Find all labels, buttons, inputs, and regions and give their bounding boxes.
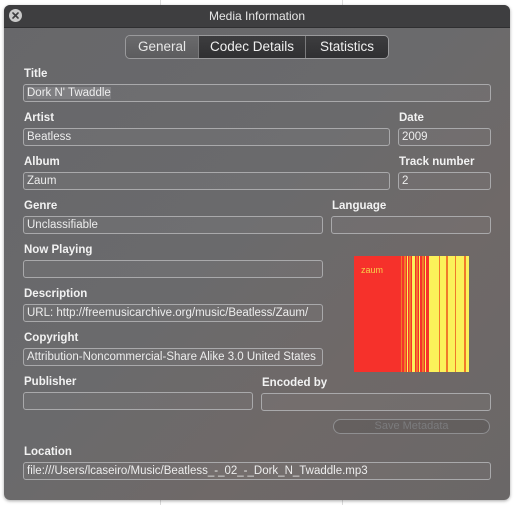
title-field[interactable]: Dork N' Twaddle (23, 84, 491, 102)
artwork-stripe (412, 256, 415, 372)
copyright-label: Copyright (24, 332, 79, 344)
save-metadata-button[interactable]: Save Metadata (333, 419, 490, 434)
artwork-stripe (409, 256, 411, 372)
copyright-field[interactable]: Attribution-Noncommercial-Share Alike 3.… (23, 348, 323, 366)
artwork-stripe (404, 256, 406, 372)
artwork-stripe (422, 256, 424, 372)
artwork-stripe (416, 256, 418, 372)
now-playing-field[interactable] (23, 260, 323, 278)
genre-field[interactable]: Unclassifiable (23, 216, 323, 234)
track-number-label: Track number (399, 156, 475, 168)
publisher-field[interactable] (23, 392, 253, 410)
artwork-stripe (425, 256, 426, 372)
artwork-stripe (456, 256, 464, 372)
artwork-stripe (401, 256, 402, 372)
album-label: Album (24, 156, 60, 168)
date-field[interactable]: 2009 (398, 128, 491, 146)
artwork-stripe (466, 256, 469, 372)
tab-codec-details[interactable]: Codec Details (198, 36, 305, 58)
date-label: Date (399, 112, 424, 124)
title-value: Dork N' Twaddle (27, 87, 111, 99)
media-information-window: Media Information General Codec Details … (4, 5, 510, 500)
artwork-stripe (448, 256, 455, 372)
location-field[interactable]: file:///Users/lcaseiro/Music/Beatless_-_… (23, 462, 491, 480)
artist-label: Artist (24, 112, 55, 124)
encoded-by-field[interactable] (261, 393, 491, 411)
language-label: Language (332, 200, 387, 212)
tab-bar: General Codec Details Statistics (125, 35, 389, 59)
album-artwork: zaum (354, 256, 469, 372)
tab-general[interactable]: General (126, 36, 198, 58)
now-playing-label: Now Playing (24, 244, 93, 256)
artwork-stripe (407, 256, 408, 372)
artwork-text: zaum (361, 265, 384, 275)
artwork-stripe (419, 256, 420, 372)
title-label: Title (24, 68, 48, 80)
description-label: Description (24, 288, 88, 300)
album-field[interactable]: Zaum (23, 172, 390, 190)
genre-label: Genre (24, 200, 58, 212)
window-title: Media Information (208, 9, 306, 23)
tab-statistics[interactable]: Statistics (305, 36, 388, 58)
location-label: Location (24, 446, 72, 458)
publisher-label: Publisher (24, 376, 77, 388)
title-bar[interactable]: Media Information (4, 5, 510, 28)
language-field[interactable] (331, 216, 491, 234)
track-number-field[interactable]: 2 (398, 172, 491, 190)
artist-field[interactable]: Beatless (23, 128, 390, 146)
encoded-by-label: Encoded by (262, 377, 328, 389)
description-field[interactable]: URL: http://freemusicarchive.org/music/B… (23, 304, 323, 322)
artwork-stripe (429, 256, 439, 372)
